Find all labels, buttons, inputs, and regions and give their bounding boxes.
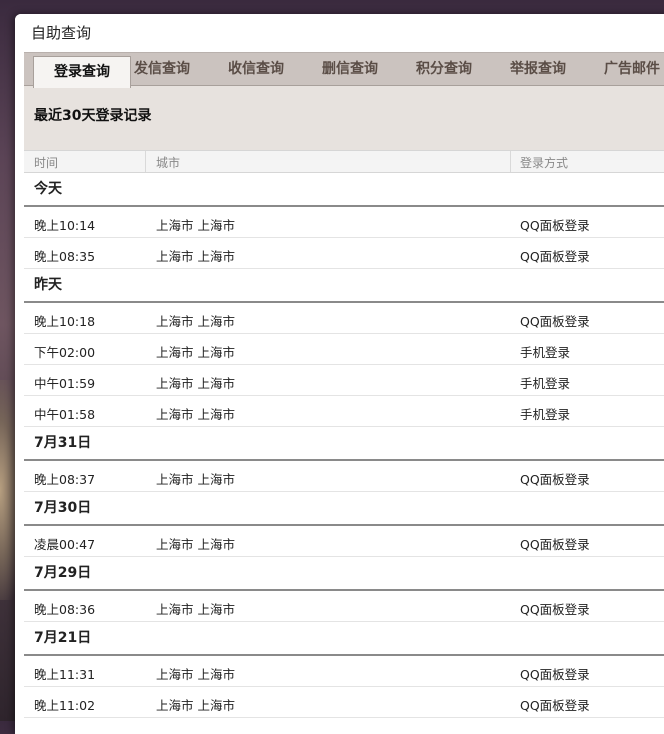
login-time: 下午02:00 [34, 345, 96, 360]
login-city: 上海市 上海市 [156, 472, 235, 487]
table-row: 晚上11:31 上海市 上海市 QQ面板登录 [24, 656, 664, 687]
query-panel: 最近30天登录记录 [24, 85, 664, 150]
tab-received-query[interactable]: 收信查询 [228, 53, 284, 85]
login-city: 上海市 上海市 [156, 407, 235, 422]
login-method: QQ面板登录 [520, 698, 590, 713]
date-group-header: 7月30日 [24, 492, 664, 526]
table-row: 晚上10:18 上海市 上海市 QQ面板登录 [24, 303, 664, 334]
login-city: 上海市 上海市 [156, 602, 235, 617]
column-header-city: 城市 [156, 156, 181, 170]
login-city: 上海市 上海市 [156, 314, 235, 329]
login-city: 上海市 上海市 [156, 698, 235, 713]
table-row: 凌晨00:47 上海市 上海市 QQ面板登录 [24, 526, 664, 557]
login-city: 上海市 上海市 [156, 249, 235, 264]
column-divider [510, 151, 511, 172]
login-time: 中午01:59 [34, 376, 96, 391]
login-time: 晚上10:18 [34, 314, 96, 329]
date-group-header: 7月29日 [24, 557, 664, 591]
login-city: 上海市 上海市 [156, 376, 235, 391]
login-time: 晚上08:35 [34, 249, 96, 264]
login-method: 手机登录 [520, 345, 571, 360]
tab-report-query[interactable]: 举报查询 [510, 53, 566, 85]
tab-deleted-query[interactable]: 删信查询 [322, 53, 378, 85]
tab-points-query[interactable]: 积分查询 [416, 53, 472, 85]
column-header-time: 时间 [34, 156, 59, 170]
login-method: QQ面板登录 [520, 667, 590, 682]
tab-login-query[interactable]: 登录查询 [33, 56, 131, 88]
panel-title: 最近30天登录记录 [34, 108, 152, 124]
login-record-list: 时间 城市 登录方式 今天 晚上10:14 上海市 上海市 QQ面板登录 晚上0… [24, 150, 664, 718]
login-time: 晚上11:02 [34, 698, 96, 713]
table-row: 晚上08:36 上海市 上海市 QQ面板登录 [24, 591, 664, 622]
login-time: 中午01:58 [34, 407, 96, 422]
table-row: 晚上10:14 上海市 上海市 QQ面板登录 [24, 207, 664, 238]
login-city: 上海市 上海市 [156, 218, 235, 233]
table-row: 晚上08:35 上海市 上海市 QQ面板登录 [24, 238, 664, 269]
date-group-header: 昨天 [24, 269, 664, 303]
login-city: 上海市 上海市 [156, 537, 235, 552]
login-method: QQ面板登录 [520, 314, 590, 329]
login-method: 手机登录 [520, 376, 571, 391]
login-method: QQ面板登录 [520, 218, 590, 233]
table-row: 晚上08:37 上海市 上海市 QQ面板登录 [24, 461, 664, 492]
login-time: 晚上08:37 [34, 472, 96, 487]
login-city: 上海市 上海市 [156, 345, 235, 360]
tab-sent-query[interactable]: 发信查询 [134, 53, 190, 85]
login-time: 凌晨00:47 [34, 537, 96, 552]
column-divider [145, 151, 146, 172]
login-method: QQ面板登录 [520, 472, 590, 487]
table-row: 下午02:00 上海市 上海市 手机登录 [24, 334, 664, 365]
column-header-method: 登录方式 [520, 156, 569, 170]
window-title: 自助查询 [15, 14, 664, 52]
date-group-header: 7月21日 [24, 622, 664, 656]
date-group-header: 今天 [24, 173, 664, 207]
tab-bar: 登录查询 发信查询 收信查询 删信查询 积分查询 举报查询 广告邮件 [24, 52, 664, 88]
login-method: QQ面板登录 [520, 537, 590, 552]
table-row: 中午01:59 上海市 上海市 手机登录 [24, 365, 664, 396]
table-row: 中午01:58 上海市 上海市 手机登录 [24, 396, 664, 427]
table-row: 晚上11:02 上海市 上海市 QQ面板登录 [24, 687, 664, 718]
self-service-query-window: 自助查询 登录查询 发信查询 收信查询 删信查询 积分查询 举报查询 广告邮件 … [15, 14, 664, 734]
login-method: QQ面板登录 [520, 249, 590, 264]
login-method: QQ面板登录 [520, 602, 590, 617]
table-header: 时间 城市 登录方式 [24, 150, 664, 173]
login-time: 晚上08:36 [34, 602, 96, 617]
login-method: 手机登录 [520, 407, 571, 422]
login-time: 晚上10:14 [34, 218, 96, 233]
login-city: 上海市 上海市 [156, 667, 235, 682]
date-group-header: 7月31日 [24, 427, 664, 461]
login-time: 晚上11:31 [34, 667, 96, 682]
tab-ad-mail[interactable]: 广告邮件 [604, 53, 660, 85]
